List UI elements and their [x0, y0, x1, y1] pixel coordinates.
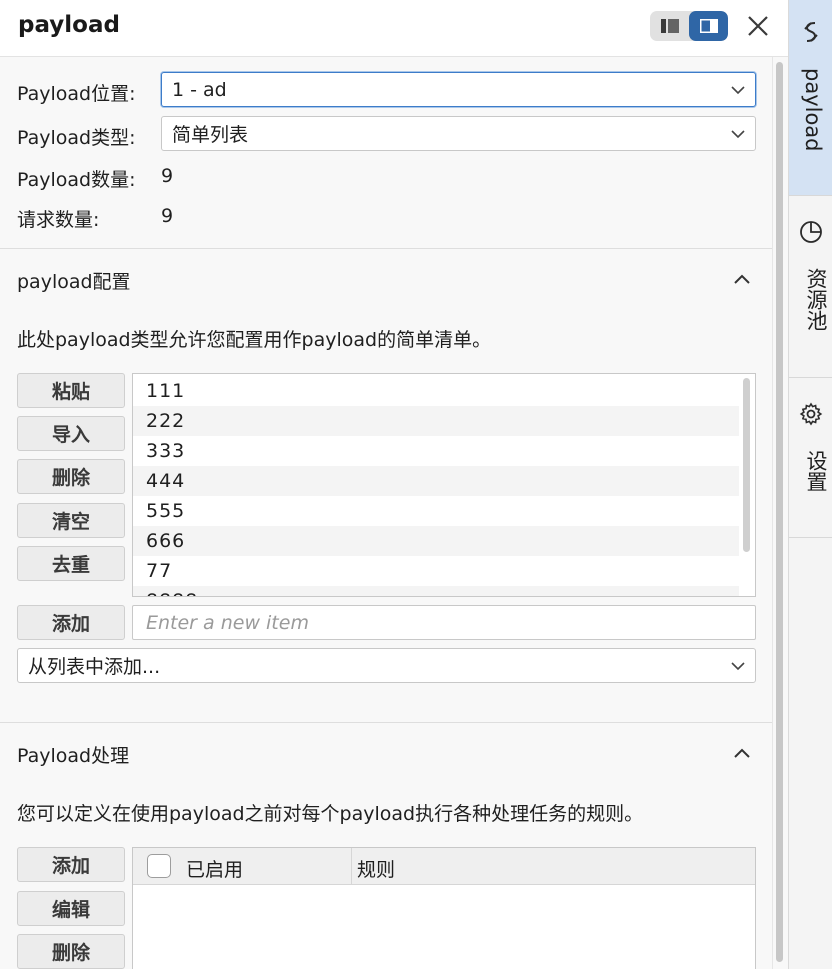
- import-button[interactable]: 导入: [17, 416, 125, 451]
- sidebar-tab-label: 设置: [804, 450, 828, 492]
- chevron-down-icon: [731, 662, 745, 671]
- sidebar-tab-payload[interactable]: payload: [789, 0, 832, 196]
- list-item[interactable]: 333: [133, 436, 739, 466]
- clear-button[interactable]: 清空: [17, 503, 125, 538]
- list-item[interactable]: 8888: [133, 586, 739, 596]
- column-header-rule[interactable]: 规则: [357, 855, 395, 882]
- add-item-button[interactable]: 添加: [17, 605, 125, 640]
- payload-count-value: 9: [161, 165, 174, 187]
- column-header-enabled[interactable]: 已启用: [186, 855, 243, 882]
- request-count-label: 请求数量:: [17, 209, 100, 231]
- list-item[interactable]: 222: [133, 406, 739, 436]
- payload-processing-title: Payload处理: [17, 745, 130, 767]
- header: payload: [0, 0, 788, 57]
- gear-icon: [799, 402, 823, 426]
- layout-left-button[interactable]: [650, 11, 689, 41]
- new-item-input[interactable]: Enter a new item: [132, 605, 756, 640]
- paste-button[interactable]: 粘贴: [17, 373, 125, 408]
- rules-table-header: 已启用 规则: [133, 848, 755, 885]
- payload-type-label: Payload类型:: [17, 127, 136, 149]
- list-item[interactable]: 666: [133, 526, 739, 556]
- close-icon: [748, 16, 768, 36]
- payload-type-value: 简单列表: [172, 124, 249, 146]
- payload-config-description: 此处payload类型允许您配置用作payload的简单清单。: [17, 329, 492, 351]
- payload-type-select[interactable]: 简单列表: [161, 116, 756, 151]
- main-scrollbar-thumb[interactable]: [776, 62, 783, 962]
- chevron-down-icon: [731, 86, 745, 95]
- layout-toggle[interactable]: [650, 11, 728, 41]
- delete-button[interactable]: 删除: [17, 459, 125, 494]
- add-from-list-label: 从列表中添加...: [28, 656, 161, 678]
- sidebar-tab-settings[interactable]: 设置: [789, 378, 832, 538]
- payload-processing-description: 您可以定义在使用payload之前对每个payload执行各种处理任务的规则。: [17, 803, 644, 825]
- payload-position-label: Payload位置:: [17, 83, 136, 105]
- payload-config-title: payload配置: [17, 271, 131, 293]
- payload-count-label: Payload数量:: [17, 169, 136, 191]
- list-item[interactable]: 444: [133, 466, 739, 496]
- right-sidebar: payload 资源池 设置: [788, 0, 832, 969]
- pie-chart-icon: [800, 221, 822, 243]
- close-button[interactable]: [742, 10, 774, 42]
- select-all-checkbox[interactable]: [147, 854, 171, 878]
- divider: [0, 722, 772, 723]
- rules-table: 已启用 规则: [132, 847, 756, 969]
- list-scrollbar[interactable]: [743, 378, 750, 552]
- chevron-up-icon[interactable]: [731, 742, 753, 764]
- chevron-down-icon: [731, 130, 745, 139]
- add-from-list-select[interactable]: 从列表中添加...: [17, 648, 756, 683]
- column-separator[interactable]: [351, 848, 352, 885]
- list-item[interactable]: 555: [133, 496, 739, 526]
- layout-right-icon: [699, 19, 718, 33]
- payload-position-select[interactable]: 1 - ad: [161, 72, 756, 107]
- panel-title: payload: [18, 12, 120, 38]
- list-item[interactable]: 111: [133, 376, 739, 406]
- list-item[interactable]: 77: [133, 556, 739, 586]
- add-rule-button[interactable]: 添加: [17, 847, 125, 882]
- deduplicate-button[interactable]: 去重: [17, 546, 125, 581]
- request-count-value: 9: [161, 205, 174, 227]
- chevron-up-icon[interactable]: [731, 268, 753, 290]
- delete-rule-button[interactable]: 删除: [17, 934, 125, 969]
- sidebar-tab-resource-pool[interactable]: 资源池: [789, 196, 832, 378]
- divider: [0, 248, 772, 249]
- layout-right-button[interactable]: [689, 11, 728, 41]
- layout-left-icon: [660, 19, 679, 33]
- sidebar-tab-label: 资源池: [804, 268, 828, 331]
- edit-rule-button[interactable]: 编辑: [17, 891, 125, 926]
- main-panel: Payload位置: 1 - ad Payload类型: 简单列表 Payloa…: [0, 57, 772, 969]
- payload-icon: [804, 22, 818, 42]
- payload-list[interactable]: 111 222 333 444 555 666 77 8888: [132, 373, 756, 597]
- payload-position-value: 1 - ad: [172, 78, 227, 101]
- sidebar-tab-label: payload: [801, 68, 825, 152]
